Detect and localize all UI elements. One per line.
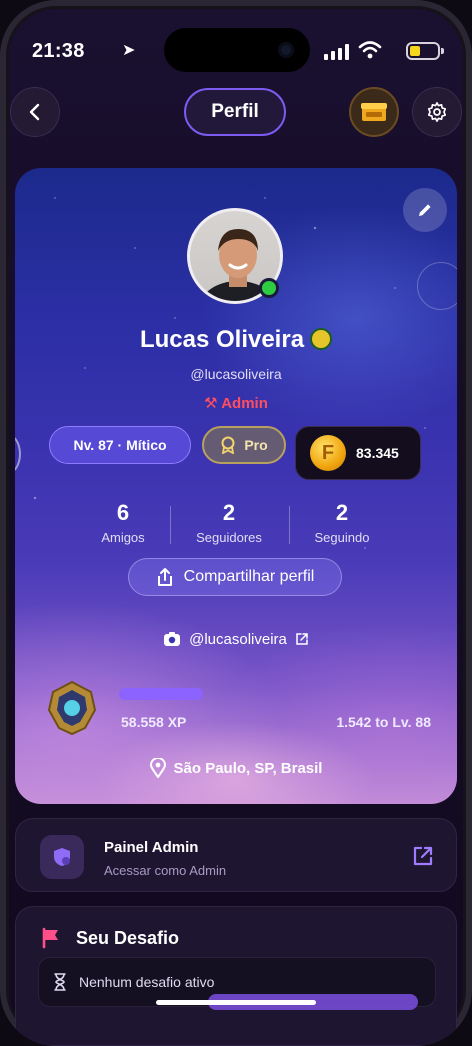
decorative-ring xyxy=(417,262,457,310)
settings-button[interactable] xyxy=(412,87,462,137)
hourglass-icon xyxy=(54,973,66,991)
location-arrow-icon: ➤ xyxy=(122,42,136,59)
status-bar: 21:38 ➤ xyxy=(30,28,444,72)
camera-icon xyxy=(164,632,181,646)
home-indicator[interactable] xyxy=(156,1000,316,1005)
profile-handle: @lucasoliveira xyxy=(190,366,282,382)
wifi-icon xyxy=(358,41,382,59)
profile-name-row: Lucas Oliveira xyxy=(15,326,457,354)
stat-value: 2 xyxy=(222,500,236,525)
role-badge: ⚒ Admin xyxy=(15,394,457,412)
instagram-link[interactable]: @lucasoliveira xyxy=(15,630,457,648)
back-button[interactable] xyxy=(10,87,60,137)
map-pin-icon xyxy=(149,758,166,778)
coin-balance[interactable]: F 83.345 xyxy=(295,426,421,480)
football-badge-icon xyxy=(310,327,333,350)
chevron-left-icon xyxy=(29,103,40,121)
stat-value: 6 xyxy=(116,500,130,525)
challenge-empty-text: Nenhum desafio ativo xyxy=(79,974,215,990)
admin-panel-card[interactable]: Painel Admin Acessar como Admin xyxy=(15,818,457,892)
stat-following[interactable]: 2 Seguindo xyxy=(282,500,402,545)
challenge-card: Seu Desafio Nenhum desafio ativo xyxy=(15,906,457,1046)
stat-label: Seguindo xyxy=(314,530,370,545)
xp-progress-bar xyxy=(119,688,203,700)
level-badge[interactable]: Nv. 87 · Mítico xyxy=(49,426,191,464)
shop-icon xyxy=(361,103,387,121)
signal-icon xyxy=(324,44,350,60)
share-icon xyxy=(157,568,172,586)
battery-icon xyxy=(406,42,444,60)
page-title: Perfil xyxy=(184,88,286,136)
admin-shield-icon xyxy=(40,835,84,879)
coin-amount: 83.345 xyxy=(356,445,399,461)
rank-emblem-icon xyxy=(47,680,97,736)
share-profile-button[interactable]: Compartilhar perfil xyxy=(128,558,342,596)
stat-value: 2 xyxy=(335,500,349,525)
external-link-icon xyxy=(413,846,433,866)
challenge-header: Seu Desafio xyxy=(40,927,179,949)
flag-icon xyxy=(42,927,58,949)
role-label: Admin xyxy=(221,395,268,412)
pro-label: Pro xyxy=(244,437,268,453)
location-row: São Paulo, SP, Brasil xyxy=(15,758,457,778)
location-text: São Paulo, SP, Brasil xyxy=(173,759,323,777)
medal-icon xyxy=(221,436,235,454)
external-link-icon xyxy=(296,633,308,645)
dynamic-island xyxy=(164,28,310,72)
profile-name: Lucas Oliveira xyxy=(139,326,305,353)
xp-to-next-level: 1.542 to Lv. 88 xyxy=(336,714,431,730)
challenge-title: Seu Desafio xyxy=(76,927,180,948)
stat-label: Seguidores xyxy=(196,530,262,545)
admin-panel-title: Painel Admin xyxy=(104,839,199,856)
status-time: 21:38 xyxy=(32,40,85,62)
phone-screen: 21:38 ➤ Perfil Lucas Oliveira @lucasoliv… xyxy=(0,0,472,1046)
online-status-indicator xyxy=(259,278,279,298)
share-label: Compartilhar perfil xyxy=(183,568,315,585)
stat-friends[interactable]: 6 Amigos xyxy=(63,500,183,545)
pro-badge[interactable]: Pro xyxy=(202,426,286,464)
gavel-icon: ⚒ xyxy=(204,395,218,412)
coin-icon: F xyxy=(310,435,346,471)
profile-card: Lucas Oliveira @lucasoliveira ⚒ Admin Nv… xyxy=(15,168,457,804)
gear-icon xyxy=(427,102,447,122)
pencil-icon xyxy=(419,204,431,216)
camera-icon xyxy=(278,42,294,58)
stat-followers[interactable]: 2 Seguidores xyxy=(169,500,289,545)
stat-label: Amigos xyxy=(101,530,145,545)
xp-total: 58.558 XP xyxy=(121,714,187,730)
admin-panel-subtitle: Acessar como Admin xyxy=(104,863,227,878)
shop-button[interactable] xyxy=(349,87,399,137)
edit-profile-button[interactable] xyxy=(403,188,447,232)
instagram-handle: @lucasoliveira xyxy=(189,630,287,648)
